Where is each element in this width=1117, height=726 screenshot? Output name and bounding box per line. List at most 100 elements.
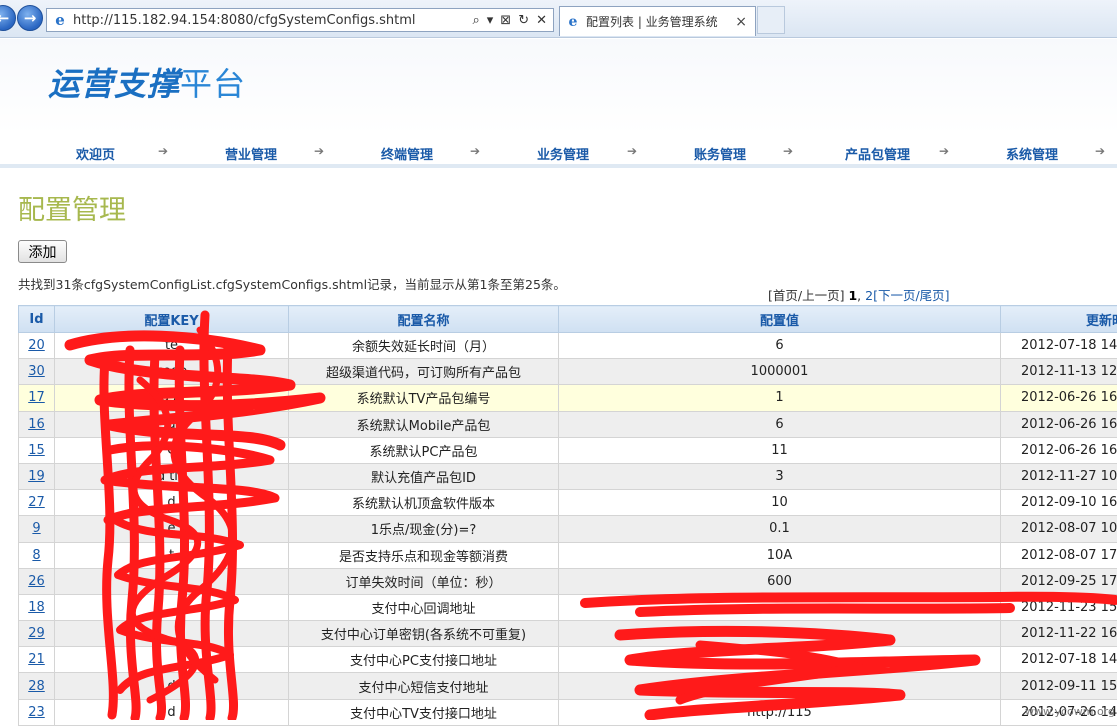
table-row[interactable]: 15C系统默认PC产品包112012-06-26 16 xyxy=(19,437,1117,463)
row-id-link[interactable]: 9 xyxy=(32,521,40,536)
cell-id: 28 xyxy=(19,673,55,699)
nav-item-welcome[interactable]: 欢迎页 xyxy=(76,144,115,163)
back-button[interactable]: ← xyxy=(0,5,16,31)
table-row[interactable]: 23d支付中心TV支付接口地址http://1152012-07-26 14 xyxy=(19,699,1117,725)
table-row[interactable]: 20te余额失效延长时间（月）62012-07-18 14 xyxy=(19,333,1117,359)
nav-arrow-icon: ➔ xyxy=(939,144,949,158)
table-row[interactable]: 28d支付中心短信支付地址2012-09-11 15 xyxy=(19,673,1117,699)
tab-ie-icon: e xyxy=(564,13,582,31)
pager-page-2[interactable]: 2 xyxy=(865,288,873,303)
nav-item-billing[interactable]: 账务管理 xyxy=(694,144,746,163)
cell-config-name: 默认充值产品包ID xyxy=(289,463,559,489)
refresh-icon[interactable]: ↻ xyxy=(518,13,529,28)
compat-view-icon[interactable]: ⊠ xyxy=(500,13,511,28)
row-id-link[interactable]: 20 xyxy=(28,338,45,353)
nav-arrow-icon: ➔ xyxy=(314,144,324,158)
table-row[interactable]: 9e1乐点/现金(分)=?0.12012-08-07 10 xyxy=(19,516,1117,542)
row-id-link[interactable]: 16 xyxy=(28,417,45,432)
table-row[interactable]: 18支付中心回调地址2012-11-23 15 xyxy=(19,594,1117,620)
row-id-link[interactable]: 23 xyxy=(28,705,45,720)
cell-config-name: 支付中心短信支付地址 xyxy=(289,673,559,699)
tab-close-icon[interactable]: × xyxy=(727,14,755,30)
cell-config-name: 1乐点/现金(分)=? xyxy=(289,516,559,542)
cell-id: 30 xyxy=(19,359,55,385)
cell-config-value: 6 xyxy=(559,411,1001,437)
cell-config-value: 10 xyxy=(559,490,1001,516)
cell-config-value: 3 xyxy=(559,463,1001,489)
table-row[interactable]: 21支付中心PC支付接口地址2012-07-18 14 xyxy=(19,647,1117,673)
table-row[interactable]: 29支付中心订单密钥(各系统不可重复)2012-11-22 16 xyxy=(19,621,1117,647)
site-header: 运营支撑平台 xyxy=(0,39,1117,134)
nav-arrow-icon: ➔ xyxy=(627,144,637,158)
row-id-link[interactable]: 21 xyxy=(28,652,45,667)
row-id-link[interactable]: 15 xyxy=(28,443,45,458)
row-id-link[interactable]: 19 xyxy=(28,469,45,484)
table-row[interactable]: 30code超级渠道代码，可订购所有产品包10000012012-11-13 1… xyxy=(19,359,1117,385)
cell-config-key: t xyxy=(55,542,289,568)
stop-icon[interactable]: ✕ xyxy=(536,13,547,28)
row-id-link[interactable]: 8 xyxy=(32,548,40,563)
cell-id: 9 xyxy=(19,516,55,542)
col-header-value[interactable]: 配置值 xyxy=(559,306,1001,333)
cell-config-value: 600 xyxy=(559,568,1001,594)
cell-config-name: 支付中心回调地址 xyxy=(289,594,559,620)
address-bar[interactable]: e http://115.182.94.154:8080/cfgSystemCo… xyxy=(46,8,554,32)
row-id-link[interactable]: 18 xyxy=(28,600,45,615)
pager-first-prev: [首页/上一页] xyxy=(768,288,844,303)
cell-config-name: 系统默认Mobile产品包 xyxy=(289,411,559,437)
row-id-link[interactable]: 29 xyxy=(28,626,45,641)
nav-arrow-icon: ➔ xyxy=(470,144,480,158)
row-id-link[interactable]: 28 xyxy=(28,679,45,694)
cell-id: 29 xyxy=(19,621,55,647)
nav-arrow-icon: ➔ xyxy=(783,144,793,158)
cell-config-name: 系统默认TV产品包编号 xyxy=(289,385,559,411)
table-row[interactable]: 17d A系统默认TV产品包编号12012-06-26 16 xyxy=(19,385,1117,411)
col-header-key[interactable]: 配置KEY xyxy=(55,306,289,333)
cell-id: 18 xyxy=(19,594,55,620)
cell-config-value: 1000001 xyxy=(559,359,1001,385)
cell-config-key xyxy=(55,594,289,620)
col-header-updated[interactable]: 更新时间 xyxy=(1001,306,1117,333)
row-id-link[interactable]: 26 xyxy=(28,574,45,589)
forward-button[interactable]: → xyxy=(17,5,43,31)
nav-item-terminal[interactable]: 终端管理 xyxy=(381,144,433,163)
dropdown-icon[interactable]: ▾ xyxy=(487,13,494,28)
cell-config-key: d xyxy=(55,411,289,437)
row-id-link[interactable]: 17 xyxy=(28,390,45,405)
nav-item-business[interactable]: 业务管理 xyxy=(537,144,589,163)
table-row[interactable]: 27d系统默认机顶盒软件版本102012-09-10 16 xyxy=(19,490,1117,516)
table-row[interactable]: 19d tid默认充值产品包ID32012-11-27 10 xyxy=(19,463,1117,489)
cell-id: 21 xyxy=(19,647,55,673)
new-tab-button[interactable] xyxy=(757,6,785,34)
cell-id: 26 xyxy=(19,568,55,594)
cell-updated-time: 2012-08-07 17 xyxy=(1001,542,1117,568)
logo-light-text: 平台 xyxy=(180,65,246,103)
table-row[interactable]: 8t是否支持乐点和现金等额消费10A2012-08-07 17 xyxy=(19,542,1117,568)
watermark-text: www.ycowm.org xyxy=(1025,705,1115,718)
col-header-id[interactable]: Id xyxy=(19,306,55,333)
nav-item-packages[interactable]: 产品包管理 xyxy=(845,144,910,163)
pager-current-page: 1 xyxy=(848,288,857,303)
tab-title: 配置列表 | 业务管理系统 xyxy=(586,13,727,30)
nav-item-sales[interactable]: 营业管理 xyxy=(225,144,277,163)
row-id-link[interactable]: 30 xyxy=(28,364,45,379)
add-button[interactable]: 添加 xyxy=(18,240,67,263)
cell-updated-time: 2012-06-26 16 xyxy=(1001,385,1117,411)
browser-tab[interactable]: e 配置列表 | 业务管理系统 × xyxy=(559,6,756,36)
table-row[interactable]: 26订单失效时间（单位：秒）6002012-09-25 17 xyxy=(19,568,1117,594)
row-id-link[interactable]: 27 xyxy=(28,495,45,510)
site-logo[interactable]: 运营支撑平台 xyxy=(48,59,246,105)
cell-config-name: 系统默认机顶盒软件版本 xyxy=(289,490,559,516)
nav-item-system[interactable]: 系统管理 xyxy=(1006,144,1058,163)
nav-arrow-icon: ➔ xyxy=(1095,144,1105,158)
table-row[interactable]: 16d系统默认Mobile产品包62012-06-26 16 xyxy=(19,411,1117,437)
cell-config-key: te xyxy=(55,333,289,359)
cell-config-name: 支付中心订单密钥(各系统不可重复) xyxy=(289,621,559,647)
cell-config-name: 支付中心PC支付接口地址 xyxy=(289,647,559,673)
search-icon[interactable]: ⌕ xyxy=(472,13,479,28)
url-text[interactable]: http://115.182.94.154:8080/cfgSystemConf… xyxy=(73,13,472,28)
col-header-name[interactable]: 配置名称 xyxy=(289,306,559,333)
cell-config-key: d xyxy=(55,699,289,725)
cell-config-value: 6 xyxy=(559,333,1001,359)
pager-next-last[interactable]: [下一页/尾页] xyxy=(873,288,949,303)
